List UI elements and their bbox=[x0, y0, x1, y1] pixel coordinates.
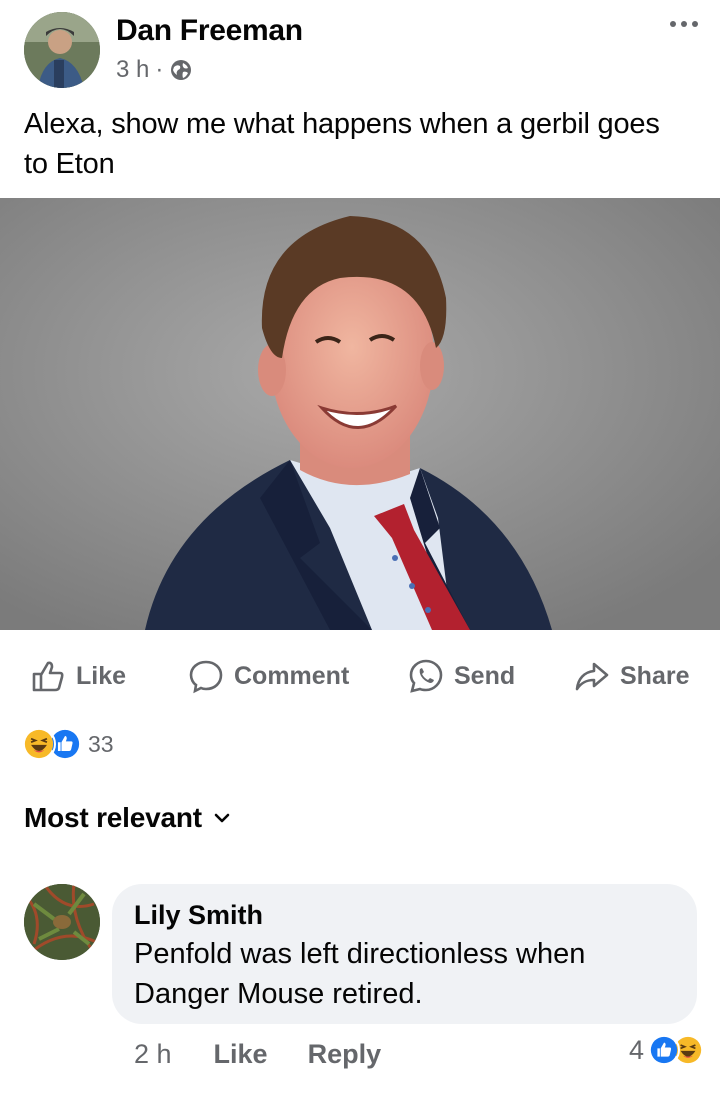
send-button[interactable]: Send bbox=[408, 656, 515, 696]
comment-like-button[interactable]: Like bbox=[214, 1039, 268, 1070]
ellipsis-icon[interactable] bbox=[664, 10, 704, 38]
comment-reply-button[interactable]: Reply bbox=[308, 1039, 382, 1070]
share-button[interactable]: Share bbox=[574, 656, 689, 696]
like-button[interactable]: Like bbox=[30, 656, 126, 696]
haha-icon bbox=[22, 727, 56, 761]
whatsapp-icon bbox=[409, 659, 443, 693]
reaction-count: 33 bbox=[88, 730, 114, 757]
comment-icon bbox=[189, 660, 223, 694]
reactions-summary[interactable]: 33 bbox=[22, 726, 114, 762]
author-name[interactable]: Dan Freeman bbox=[116, 14, 303, 48]
meta-separator: · bbox=[155, 56, 164, 83]
thumbs-up-icon bbox=[32, 661, 64, 692]
commenter-avatar[interactable] bbox=[24, 884, 100, 960]
comment-button[interactable]: Comment bbox=[188, 656, 349, 696]
like-icon bbox=[648, 1034, 680, 1066]
post-photo[interactable] bbox=[0, 198, 720, 630]
comment-actions: 2 h Like Reply 4 bbox=[134, 1034, 704, 1074]
post-action-bar: Like Comment Send Share bbox=[0, 648, 720, 704]
comment-reactions[interactable]: 4 bbox=[629, 1034, 704, 1066]
commenter-name[interactable]: Lily Smith bbox=[134, 898, 675, 932]
comment-bubble: Lily Smith Penfold was left directionles… bbox=[112, 884, 697, 1024]
comment-text: Penfold was left directionless when Dang… bbox=[134, 938, 586, 1010]
share-icon bbox=[575, 662, 609, 691]
like-label: Like bbox=[76, 661, 127, 690]
chevron-down-icon bbox=[214, 813, 230, 823]
comment-time: 2 h bbox=[134, 1038, 172, 1069]
comment-sort-dropdown[interactable]: Most relevant bbox=[24, 802, 230, 834]
post-header: Dan Freeman 3 h · bbox=[0, 0, 720, 100]
share-label: Share bbox=[620, 661, 690, 690]
author-avatar[interactable] bbox=[24, 12, 100, 88]
comment-label: Comment bbox=[234, 661, 350, 690]
sort-label: Most relevant bbox=[24, 802, 202, 833]
comment-reaction-count: 4 bbox=[628, 1034, 644, 1065]
send-label: Send bbox=[454, 661, 516, 690]
globe-icon bbox=[171, 60, 192, 80]
post-text: Alexa, show me what happens when a gerbi… bbox=[24, 108, 660, 180]
post-meta: 3 h · bbox=[116, 56, 193, 84]
post-time[interactable]: 3 h bbox=[116, 56, 149, 84]
